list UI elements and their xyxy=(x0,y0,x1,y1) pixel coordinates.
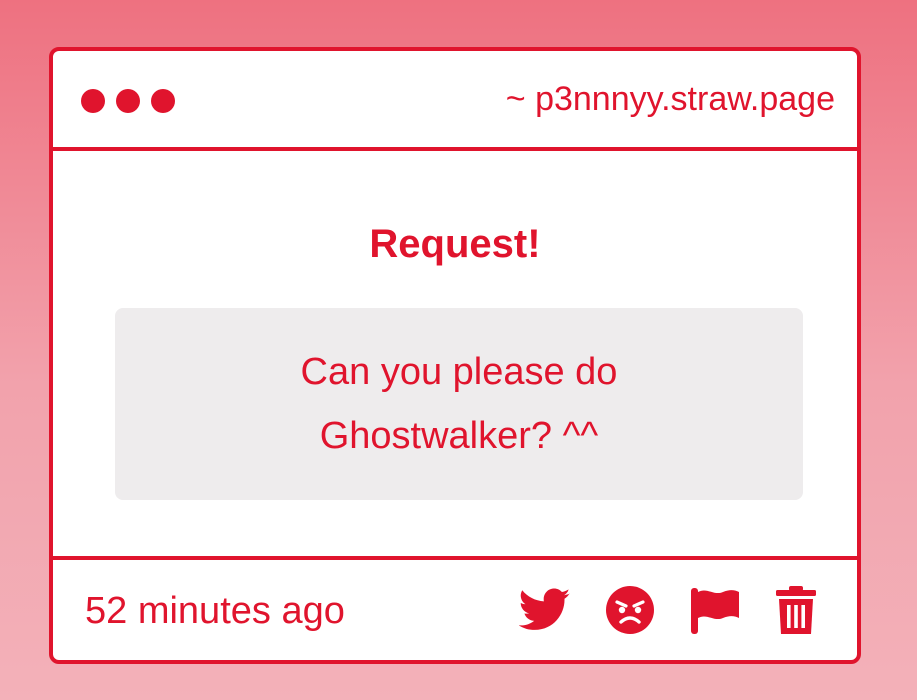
window-dot-2 xyxy=(116,89,140,113)
window-titlebar: ~ p3nnnyy.straw.page xyxy=(53,51,857,151)
report-button[interactable] xyxy=(689,584,741,636)
post-footer: 52 minutes ago xyxy=(53,556,857,660)
flag-icon xyxy=(691,588,739,634)
post-timestamp: 52 minutes ago xyxy=(85,590,345,632)
post-card: ~ p3nnnyy.straw.page Request! Can you pl… xyxy=(49,47,861,664)
delete-button[interactable] xyxy=(775,585,817,635)
post-heading: Request! xyxy=(369,222,541,266)
react-angry-button[interactable] xyxy=(605,585,655,635)
site-url[interactable]: ~ p3nnnyy.straw.page xyxy=(506,77,835,121)
message-box: Can you please do Ghostwalker? ^^ xyxy=(115,308,803,500)
share-twitter-button[interactable] xyxy=(519,588,571,632)
window-dot-3 xyxy=(151,89,175,113)
window-controls xyxy=(81,89,175,113)
action-bar xyxy=(519,582,817,638)
twitter-icon xyxy=(519,588,571,630)
angry-face-icon xyxy=(606,586,654,634)
trash-icon xyxy=(776,586,816,634)
window-dot-1 xyxy=(81,89,105,113)
message-text: Can you please do Ghostwalker? ^^ xyxy=(300,351,618,457)
